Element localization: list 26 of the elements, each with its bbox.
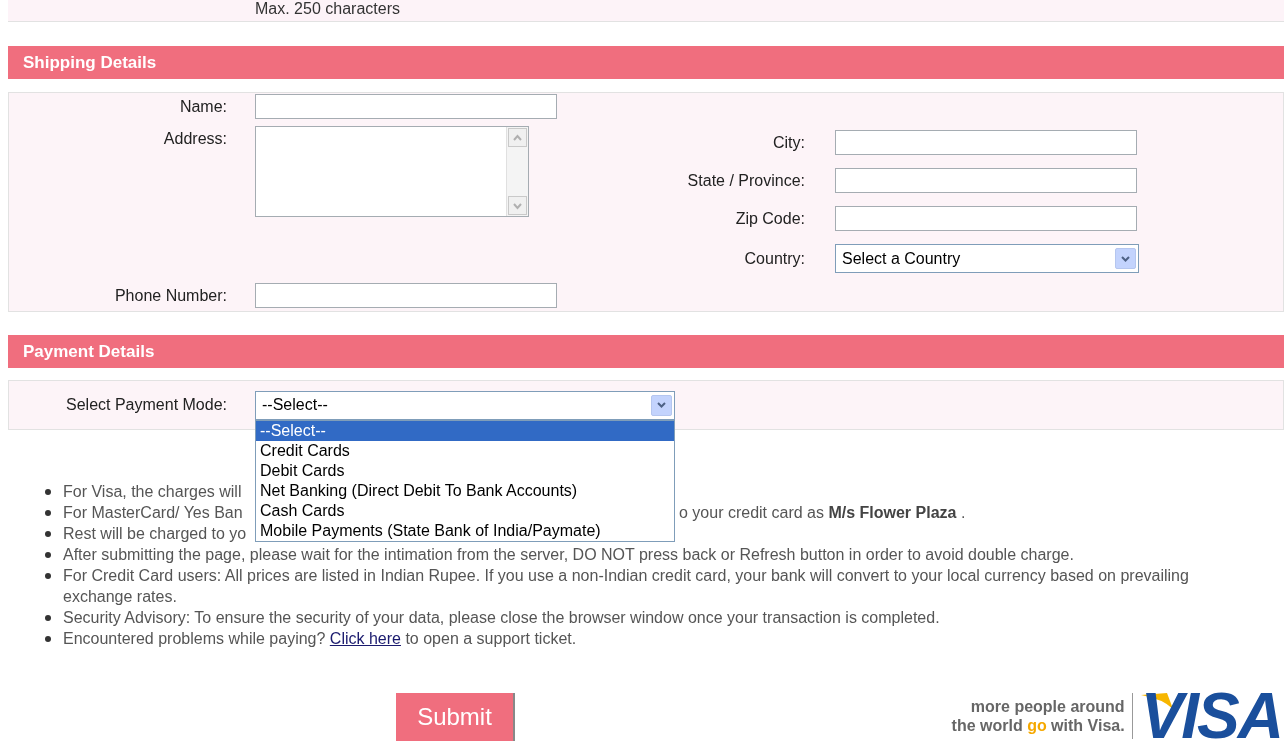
field-label: Zip Code: [734,208,805,229]
note-text: Rest will be charged to yo [63,524,247,544]
note-text: For Credit Card users: All prices are listed in Indian Rupee. If you use a non-Indian credit card, your bank will convert to your local currency based on prevailing exchange rates. [63,566,1190,607]
field-label: Phone Number: [113,286,227,306]
visa-logo: VISA [1140,691,1283,741]
section-header: Payment Details [8,335,1284,368]
field-label: Country: [743,248,805,269]
note-text: Encountered problems while paying? Click here to open a support ticket. [63,629,577,649]
note-text: Security Advisory: To ensure the security of your data, please close the browser window once your transaction is completed. [63,608,940,628]
note-text: After submitting the page, please wait for the intimation from the server, DO NOT press back or Refresh button in order to avoid double charge. [63,545,1074,565]
support-link[interactable]: Click here [329,630,401,647]
field-label: Select Payment Mode: [65,395,227,415]
field-label: Name: [178,97,227,117]
field-label: Address: [162,129,227,149]
field-label: City: [772,132,805,153]
tagline-text: more people around [970,697,1125,716]
country-select[interactable]: Select a Country [835,244,1139,273]
section-header: Shipping Details [8,46,1284,79]
note-text: For MasterCard/ Yes Ban [63,503,243,523]
dropdown-option[interactable]: --Select-- [256,420,674,441]
character-limit-note: Max. 250 characters [255,1,401,17]
tagline-text: the world go with Visa. [951,716,1125,735]
note-text: o your credit card as M/s Flower Plaza . [679,503,966,523]
note-text: For Visa, the charges will [63,482,242,502]
payment-mode-select[interactable]: --Select-- [255,390,675,420]
field-label: State / Province: [686,170,805,191]
